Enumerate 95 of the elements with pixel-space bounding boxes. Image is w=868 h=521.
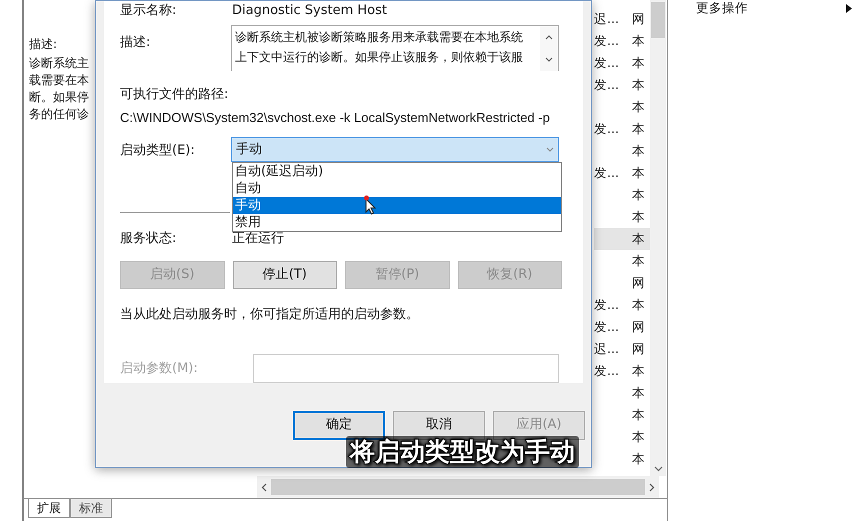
list-row[interactable]: 本 <box>594 140 650 162</box>
mouse-pointer-icon <box>364 195 378 215</box>
dropdown-option[interactable]: 禁用 <box>233 214 561 231</box>
log-on-cell-text: 本 <box>632 76 646 94</box>
list-row[interactable]: 本 <box>594 228 650 250</box>
startup-type-cell-text: 发... <box>594 32 620 50</box>
chevron-down-icon[interactable] <box>545 57 554 62</box>
log-on-cell-text: 本 <box>632 98 646 116</box>
chevron-down-icon[interactable] <box>654 466 662 472</box>
list-row[interactable]: 本 <box>594 206 650 228</box>
startup-type-cell-text: 发... <box>594 318 620 336</box>
list-row[interactable]: 发... 网 <box>594 316 650 338</box>
list-row[interactable]: 本 <box>594 404 650 426</box>
service-control-button[interactable]: 停止(T) <box>232 260 337 288</box>
view-tab[interactable]: 扩展 <box>28 499 70 518</box>
description-text: 诊断系统主机被诊断策略服务用来承载需要在本地系统 <box>235 29 524 46</box>
startup-type-cell-text: 迟... <box>594 340 620 358</box>
list-row[interactable]: 本 <box>594 426 650 448</box>
log-on-cell-text: 网 <box>632 274 646 292</box>
log-on-cell-text: 网 <box>632 340 646 358</box>
description-text: 断。如果停 <box>29 89 90 106</box>
log-on-cell-text: 本 <box>632 296 646 314</box>
description-text: 诊断系统主 <box>29 55 90 72</box>
list-row[interactable]: 本 <box>594 184 650 206</box>
submenu-arrow-icon <box>846 4 852 12</box>
view-tab[interactable]: 标准 <box>70 499 112 518</box>
startup-type-dropdown[interactable]: 手动 <box>231 137 559 162</box>
list-row[interactable]: 迟... 网 <box>594 8 650 30</box>
field-label: 启动参数(M): <box>120 360 199 378</box>
startup-type-cell-text: 迟... <box>594 10 620 28</box>
log-on-cell-text: 本 <box>632 406 646 424</box>
start-parameters-field[interactable] <box>253 354 559 383</box>
startup-type-cell-text: 发... <box>594 54 620 72</box>
startup-type-cell-text: 发... <box>594 362 620 380</box>
log-on-cell-text: 本 <box>632 252 646 270</box>
dropdown-option[interactable]: 自动(延迟启动) <box>233 163 561 180</box>
video-caption: 将启动类型改为手动 <box>346 436 579 468</box>
log-on-cell-text: 本 <box>632 450 646 468</box>
field-label: 可执行文件的路径: <box>120 86 230 104</box>
chevron-right-icon[interactable] <box>649 482 655 492</box>
list-row[interactable]: 本 <box>594 250 650 272</box>
list-row[interactable]: 迟... 网 <box>594 338 650 360</box>
log-on-cell-text: 本 <box>632 230 646 248</box>
display-name-value: Diagnostic System Host <box>232 2 388 20</box>
list-row[interactable]: 发... 本 <box>594 30 650 52</box>
list-row[interactable]: 发... 本 <box>594 52 650 74</box>
dialog-button[interactable]: 取消 <box>393 410 485 440</box>
hint-text: 当从此处启动服务时，你可指定所适用的启动参数。 <box>120 306 420 324</box>
field-label: 显示名称: <box>120 2 178 20</box>
list-row[interactable]: 发... 本 <box>594 74 650 96</box>
log-on-cell-text: 网 <box>632 10 646 28</box>
log-on-cell-text: 本 <box>632 32 646 50</box>
dialog-button[interactable]: 确定 <box>293 410 385 440</box>
chevron-left-icon[interactable] <box>261 482 267 492</box>
dropdown-option[interactable]: 自动 <box>233 180 561 197</box>
field-label: 服务状态: <box>120 230 178 248</box>
log-on-cell-text: 本 <box>632 164 646 182</box>
action-item[interactable]: 更多操作 <box>696 0 852 16</box>
vertical-scrollbar[interactable] <box>650 0 666 476</box>
description-text: 载需要在本 <box>29 72 90 89</box>
list-row[interactable]: 本 <box>594 448 650 470</box>
log-on-cell-text: 本 <box>632 142 646 160</box>
list-row[interactable]: 发... 本 <box>594 294 650 316</box>
description-box[interactable]: 诊断系统主机被诊断策略服务用来承载需要在本地系统 上下文中运行的诊断。如果停止该服务，则依赖于该服 <box>231 25 559 71</box>
list-row[interactable]: 发... 本 <box>594 118 650 140</box>
chevron-up-icon[interactable] <box>545 34 554 40</box>
log-on-cell-text: 本 <box>632 120 646 138</box>
dropdown-option[interactable]: 手动 <box>233 197 561 214</box>
description-text: 上下文中运行的诊断。如果停止该服务，则依赖于该服 <box>235 49 524 66</box>
field-label: 描述: <box>120 34 152 52</box>
list-row[interactable]: 本 <box>594 382 650 404</box>
startup-type-cell-text: 发... <box>594 76 620 94</box>
log-on-cell-text: 本 <box>632 186 646 204</box>
log-on-cell-text: 本 <box>632 54 646 72</box>
scrollbar-thumb[interactable] <box>651 2 665 38</box>
startup-type-cell-text: 发... <box>594 296 620 314</box>
log-on-cell-text: 本 <box>632 428 646 446</box>
list-row[interactable]: 发... 本 <box>594 360 650 382</box>
startup-type-cell-text: 发... <box>594 120 620 138</box>
log-on-cell-text: 本 <box>632 384 646 402</box>
service-status-value: 正在运行 <box>232 230 284 248</box>
field-label: 启动类型(E): <box>120 142 196 160</box>
scrollbar-thumb[interactable] <box>271 479 645 495</box>
horizontal-scrollbar[interactable] <box>257 476 659 498</box>
details-label: 描述: <box>29 36 58 53</box>
startup-type-cell-text: 发... <box>594 164 620 182</box>
log-on-cell-text: 本 <box>632 362 646 380</box>
list-row[interactable]: 本 <box>594 96 650 118</box>
chevron-down-icon <box>546 147 554 152</box>
list-row[interactable]: 网 <box>594 272 650 294</box>
list-row[interactable]: 发... 本 <box>594 162 650 184</box>
description-text: 务的任何诊 <box>29 106 90 123</box>
log-on-cell-text: 网 <box>632 318 646 336</box>
log-on-cell-text: 本 <box>632 208 646 226</box>
executable-path: C:\WINDOWS\System32\svchost.exe -k LocalSystemNetworkRestricted -p <box>120 108 550 127</box>
